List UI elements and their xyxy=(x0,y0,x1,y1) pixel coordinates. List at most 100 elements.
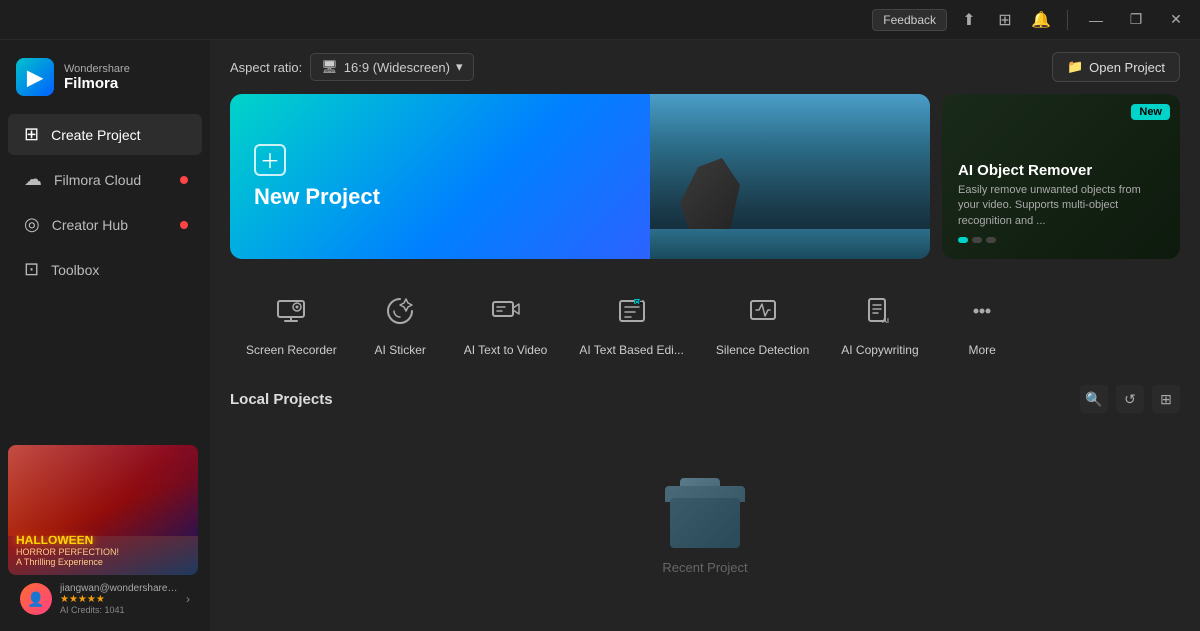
tool-ai-copywriting[interactable]: AI AI Copywriting xyxy=(825,275,934,369)
promo-banner[interactable]: HALLOWEEN HORROR PERFECTION! A Thrilling… xyxy=(8,445,198,575)
screen-icon: 🖥 xyxy=(321,59,338,75)
dot-1 xyxy=(958,237,968,243)
notification-dot xyxy=(180,176,188,184)
logo-icon: ▶ xyxy=(16,58,54,96)
dot-3 xyxy=(986,237,996,243)
aspect-ratio-label: Aspect ratio: xyxy=(230,60,302,75)
new-project-plus-icon: ＋ xyxy=(254,144,286,176)
sidebar: ▶ Wondershare Filmora ⊞ Create Project ☁… xyxy=(0,40,210,631)
aspect-ratio-selector: Aspect ratio: 🖥 16:9 (Widescreen) ▾ xyxy=(230,53,474,81)
upload-icon[interactable]: ⬆ xyxy=(955,6,983,34)
tool-screen-recorder[interactable]: Screen Recorder xyxy=(230,275,353,369)
open-project-button[interactable]: 📁 Open Project xyxy=(1052,52,1180,82)
ai-text-based-icon: CC xyxy=(608,287,656,335)
title-bar: Feedback ⬆ ⊞ 🔔 — ❐ ✕ xyxy=(0,0,1200,40)
tool-label: AI Text to Video xyxy=(464,343,548,357)
aspect-ratio-dropdown[interactable]: 🖥 16:9 (Widescreen) ▾ xyxy=(310,53,473,81)
silence-detection-icon xyxy=(739,287,787,335)
tool-ai-sticker[interactable]: AI Sticker xyxy=(353,275,448,369)
user-email: jiangwan@wondershare.com xyxy=(60,583,178,594)
minimize-button[interactable]: — xyxy=(1080,6,1112,34)
user-credits: AI Credits: 1041 xyxy=(60,605,178,615)
tool-silence-detection[interactable]: Silence Detection xyxy=(700,275,825,369)
ai-sticker-icon xyxy=(376,287,424,335)
new-project-left: ＋ New Project xyxy=(230,124,404,230)
hub-icon: ◎ xyxy=(24,214,40,235)
notification-dot xyxy=(180,221,188,229)
promo-card-content: AI Object Remover Easily remove unwanted… xyxy=(942,146,1180,259)
tool-ai-text-to-video[interactable]: AI Text to Video xyxy=(448,275,564,369)
sidebar-item-toolbox[interactable]: ⊡ Toolbox xyxy=(8,249,202,290)
screen-recorder-icon xyxy=(267,287,315,335)
toolbox-icon: ⊡ xyxy=(24,259,39,280)
app-body: ▶ Wondershare Filmora ⊞ Create Project ☁… xyxy=(0,40,1200,631)
sidebar-item-label: Create Project xyxy=(51,127,140,143)
hero-section: ＋ New Project New AI Object Remover Easi… xyxy=(210,94,1200,259)
ocean-image xyxy=(650,94,930,259)
new-project-card[interactable]: ＋ New Project xyxy=(230,94,930,259)
svg-text:AI: AI xyxy=(882,318,889,325)
promo-card-desc: Easily remove unwanted objects from your… xyxy=(958,183,1164,229)
user-area[interactable]: 👤 jiangwan@wondershare.com ★★★★★ AI Cred… xyxy=(8,575,202,623)
tool-more[interactable]: More xyxy=(935,275,1030,369)
ocean-waves xyxy=(650,229,930,259)
tool-label: AI Text Based Edi... xyxy=(579,343,684,357)
svg-text:CC: CC xyxy=(635,300,643,306)
sidebar-item-create-project[interactable]: ⊞ Create Project xyxy=(8,114,202,155)
tool-label: More xyxy=(968,343,995,357)
promo-banner-sub2: A Thrilling Experience xyxy=(16,557,190,567)
open-project-label: Open Project xyxy=(1089,60,1165,75)
more-icon xyxy=(958,287,1006,335)
header-actions: 🔍 ↺ ⊞ xyxy=(1080,385,1180,413)
local-projects-title: Local Projects xyxy=(230,391,333,408)
avatar: 👤 xyxy=(20,583,52,615)
empty-state: Recent Project xyxy=(210,421,1200,631)
brand-name: Wondershare xyxy=(64,63,130,75)
feedback-button[interactable]: Feedback xyxy=(872,9,947,31)
promo-banner-subtitle: HORROR PERFECTION! xyxy=(16,547,190,557)
logo-area: ▶ Wondershare Filmora xyxy=(0,48,210,112)
chevron-down-icon: ▾ xyxy=(456,59,463,75)
separator xyxy=(1067,10,1068,30)
tool-label: AI Copywriting xyxy=(841,343,918,357)
folder-icon: 📁 xyxy=(1067,59,1083,75)
promo-banner-inner: HALLOWEEN HORROR PERFECTION! A Thrilling… xyxy=(8,445,198,575)
promo-badge: New xyxy=(1131,104,1170,120)
promo-dots xyxy=(958,237,1164,243)
create-project-icon: ⊞ xyxy=(24,124,39,145)
sidebar-item-filmora-cloud[interactable]: ☁ Filmora Cloud xyxy=(8,159,202,200)
main-content: Aspect ratio: 🖥 16:9 (Widescreen) ▾ 📁 Op… xyxy=(210,40,1200,631)
user-info: jiangwan@wondershare.com ★★★★★ AI Credit… xyxy=(60,583,178,615)
search-button[interactable]: 🔍 xyxy=(1080,385,1108,413)
empty-label: Recent Project xyxy=(662,560,747,575)
box-body xyxy=(670,498,740,548)
ocean-rock xyxy=(680,149,740,239)
user-chevron-icon: › xyxy=(186,592,190,606)
tool-label: AI Sticker xyxy=(375,343,426,357)
sidebar-item-creator-hub[interactable]: ◎ Creator Hub xyxy=(8,204,202,245)
dot-2 xyxy=(972,237,982,243)
maximize-button[interactable]: ❐ xyxy=(1120,6,1152,34)
sidebar-item-label: Toolbox xyxy=(51,262,99,278)
local-projects-header: Local Projects 🔍 ↺ ⊞ xyxy=(210,369,1200,421)
tool-label: Silence Detection xyxy=(716,343,809,357)
promo-card-title: AI Object Remover xyxy=(958,162,1164,179)
empty-box-icon xyxy=(660,478,750,548)
quick-tools: Screen Recorder AI Sticker xyxy=(210,259,1200,369)
refresh-button[interactable]: ↺ xyxy=(1116,385,1144,413)
ai-copywriting-icon: AI xyxy=(856,287,904,335)
close-button[interactable]: ✕ xyxy=(1160,6,1192,34)
cloud-icon: ☁ xyxy=(24,169,42,190)
sidebar-bottom: HALLOWEEN HORROR PERFECTION! A Thrilling… xyxy=(0,437,210,631)
new-project-image xyxy=(650,94,930,259)
promo-card[interactable]: New AI Object Remover Easily remove unwa… xyxy=(942,94,1180,259)
tool-ai-text-based-edit[interactable]: CC AI Text Based Edi... xyxy=(563,275,700,369)
sidebar-item-label: Filmora Cloud xyxy=(54,172,141,188)
top-bar: Aspect ratio: 🖥 16:9 (Widescreen) ▾ 📁 Op… xyxy=(210,40,1200,94)
view-toggle-button[interactable]: ⊞ xyxy=(1152,385,1180,413)
halloween-bg xyxy=(8,445,198,536)
ai-text-to-video-icon xyxy=(482,287,530,335)
product-name: Filmora xyxy=(64,75,130,92)
bell-icon[interactable]: 🔔 xyxy=(1027,6,1055,34)
grid-icon[interactable]: ⊞ xyxy=(991,6,1019,34)
